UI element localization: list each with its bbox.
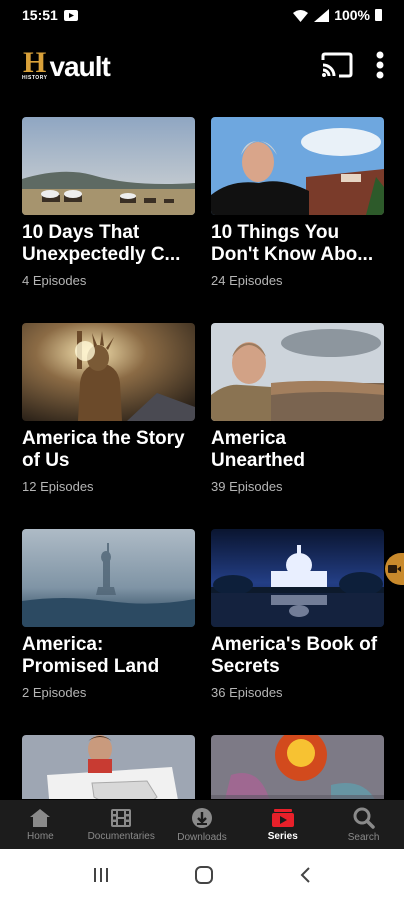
series-thumbnail[interactable] xyxy=(22,735,195,799)
series-grid: 10 Days That Unexpectedly C... 4 Episode… xyxy=(22,117,384,799)
series-card[interactable]: 10 Days That Unexpectedly C... 4 Episode… xyxy=(22,117,195,288)
history-vault-logo: H HISTORY vault xyxy=(22,46,111,82)
series-card[interactable]: America's Book of Secrets 36 Episodes xyxy=(211,529,384,700)
series-card[interactable]: America the Story of Us 12 Episodes xyxy=(22,323,195,494)
signal-icon xyxy=(314,8,330,22)
logo-sub: HISTORY xyxy=(22,75,48,81)
nav-series[interactable]: Series xyxy=(242,800,323,849)
nav-series-label: Series xyxy=(267,830,298,842)
episode-count: 24 Episodes xyxy=(211,273,283,288)
series-icon xyxy=(271,808,294,827)
series-thumbnail[interactable] xyxy=(22,117,195,215)
side-floating-handle[interactable] xyxy=(385,553,404,585)
battery-icon xyxy=(375,9,382,21)
more-options-icon[interactable] xyxy=(376,51,384,79)
nav-documentaries-label: Documentaries xyxy=(87,830,155,842)
battery-level: 100% xyxy=(334,7,370,23)
episode-count: 39 Episodes xyxy=(211,479,283,494)
series-thumbnail[interactable] xyxy=(22,323,195,421)
recent-apps-icon[interactable] xyxy=(92,867,110,883)
nav-search-label: Search xyxy=(347,831,380,843)
cast-icon[interactable] xyxy=(320,52,354,78)
film-icon xyxy=(111,808,132,827)
episode-count: 12 Episodes xyxy=(22,479,94,494)
series-thumbnail[interactable] xyxy=(211,735,384,799)
episode-count: 4 Episodes xyxy=(22,273,87,288)
series-thumbnail[interactable] xyxy=(211,323,384,421)
system-navigation-bar xyxy=(0,849,404,900)
logo-letter: H xyxy=(23,46,47,79)
status-bar: 15:51 100% xyxy=(0,0,404,30)
series-title: America: Promised Land xyxy=(22,634,160,677)
series-title: 10 Days That Unexpectedly C... xyxy=(22,222,181,265)
series-title: 10 Things You Don't Know Abo... xyxy=(211,222,374,265)
video-icon xyxy=(388,565,401,573)
nav-home-label: Home xyxy=(27,830,54,842)
series-card[interactable]: America: Promised Land 2 Episodes xyxy=(22,529,195,700)
nav-home[interactable]: Home xyxy=(0,800,81,849)
download-icon xyxy=(191,807,212,828)
nav-downloads-label: Downloads xyxy=(177,831,227,843)
wifi-icon xyxy=(293,9,309,22)
search-icon xyxy=(353,807,375,829)
series-title: America's Book of Secrets xyxy=(211,634,378,677)
logo-mark: H HISTORY xyxy=(22,46,48,82)
bottom-navigation: Home Documentaries Downloads Series Sear… xyxy=(0,800,404,849)
series-title: America Unearthed xyxy=(211,428,305,471)
home-button-icon[interactable] xyxy=(194,865,214,885)
episode-count: 2 Episodes xyxy=(22,685,87,700)
notification-icon xyxy=(63,9,78,21)
nav-search[interactable]: Search xyxy=(323,800,404,849)
series-thumbnail[interactable] xyxy=(211,117,384,215)
episode-count: 36 Episodes xyxy=(211,685,283,700)
home-icon xyxy=(30,808,51,827)
header-actions xyxy=(320,51,384,79)
status-left: 15:51 xyxy=(22,7,78,23)
nav-downloads[interactable]: Downloads xyxy=(162,800,243,849)
back-icon[interactable] xyxy=(298,866,312,884)
series-thumbnail[interactable] xyxy=(22,529,195,627)
status-right: 100% xyxy=(292,7,382,23)
series-card[interactable]: America Unearthed 39 Episodes xyxy=(211,323,384,494)
app-header: H HISTORY vault xyxy=(0,30,404,100)
series-card[interactable]: 10 Things You Don't Know Abo... 24 Episo… xyxy=(211,117,384,288)
series-card[interactable] xyxy=(211,735,384,799)
series-thumbnail[interactable] xyxy=(211,529,384,627)
series-title: America the Story of Us xyxy=(22,428,185,471)
nav-documentaries[interactable]: Documentaries xyxy=(81,800,162,849)
logo-text: vault xyxy=(49,51,110,82)
clock: 15:51 xyxy=(22,7,58,23)
series-card[interactable] xyxy=(22,735,195,799)
